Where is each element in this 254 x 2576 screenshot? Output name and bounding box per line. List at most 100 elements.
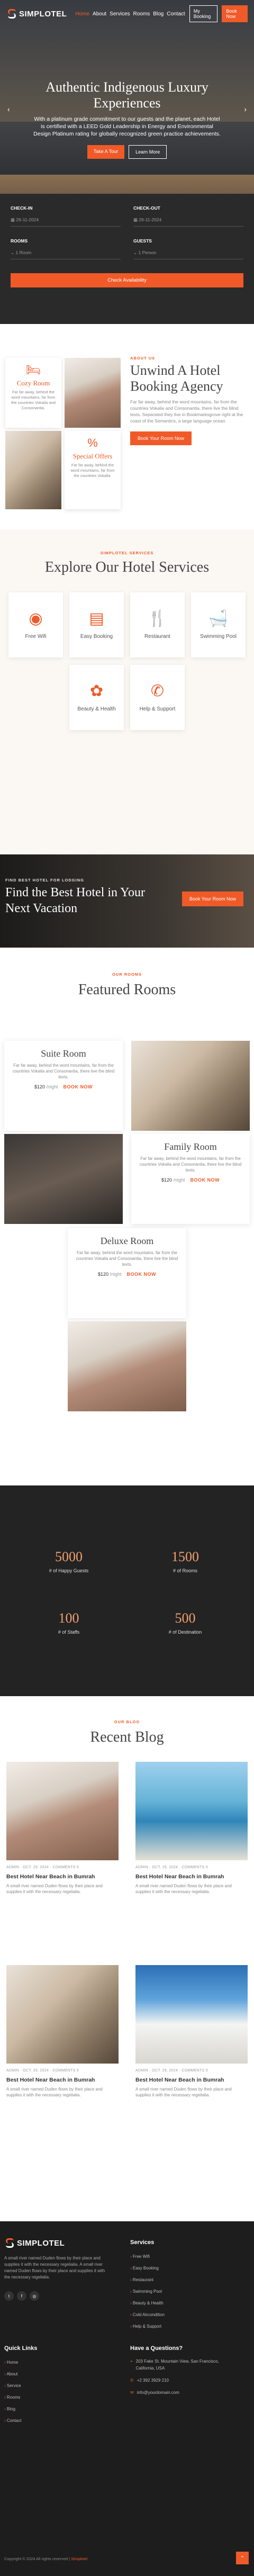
checkout-label: CHECK-OUT bbox=[133, 205, 160, 211]
sale-tag-icon: % bbox=[87, 436, 98, 449]
blog-post-image bbox=[6, 1965, 119, 2064]
booking-icon: ▤ bbox=[89, 610, 104, 627]
deluxe-room-photo bbox=[68, 1321, 186, 1411]
take-tour-button[interactable]: Take A Tour bbox=[87, 145, 125, 159]
banner-title: Find the Best Hotel in Your Next Vacatio… bbox=[5, 886, 146, 915]
service-restaurant[interactable]: 🍴 Restaurant bbox=[130, 592, 185, 657]
social-links: t f ◎ bbox=[4, 2291, 39, 2301]
book-now-button[interactable]: Book Now bbox=[222, 5, 248, 22]
about-section: 🛏 Cozy Room Far far away, behind the wor… bbox=[0, 324, 254, 529]
services-tag: SIMPLOTEL SERVICES bbox=[100, 551, 154, 555]
deluxe-room-card: Deluxe Room Far far away, behind the wor… bbox=[68, 1228, 186, 1318]
suite-room-photo bbox=[131, 1041, 250, 1131]
footer-about: A small river named Duden flows by their… bbox=[4, 2256, 105, 2280]
book-deluxe-link[interactable]: BOOK NOW bbox=[127, 1272, 157, 1277]
wifi-icon: ◉ bbox=[29, 610, 43, 627]
service-swimming-pool[interactable]: 🛁 Swimming Pool bbox=[191, 592, 246, 657]
footer-quick-links: Home About Service Rooms Blog Contact bbox=[4, 2357, 21, 2427]
rooms-tag: OUR ROOMS bbox=[112, 972, 142, 977]
slider-next-icon[interactable]: › bbox=[244, 105, 247, 113]
instagram-icon[interactable]: ◎ bbox=[30, 2291, 39, 2301]
footer-services-list: Free Wifi Easy Booking Restaurant Swimmi… bbox=[130, 2251, 165, 2332]
family-room-photo bbox=[4, 1134, 123, 1224]
blog-tag: OUR BLOG bbox=[114, 1719, 140, 1724]
hero-text: With a platinum grade commitment to our … bbox=[33, 116, 221, 137]
blog-title: Recent Blog bbox=[90, 1729, 164, 1745]
cozy-room-card: 🛏 Cozy Room Far far away, behind the wor… bbox=[5, 358, 61, 428]
blog-section: OUR BLOG Recent Blog ADMIN · OCT. 29, 20… bbox=[0, 1696, 254, 2221]
spa-icon: ✿ bbox=[89, 682, 104, 700]
my-booking-button[interactable]: My Booking bbox=[189, 5, 218, 22]
nav-menu: Home About Services Rooms Blog Contact bbox=[75, 11, 185, 17]
services-title: Explore Our Hotel Services bbox=[44, 559, 210, 575]
logo-icon bbox=[6, 9, 16, 19]
facebook-icon[interactable]: f bbox=[17, 2291, 26, 2301]
book-suite-link[interactable]: BOOK NOW bbox=[64, 1084, 93, 1089]
nav-item-contact[interactable]: Contact bbox=[167, 11, 185, 17]
nav-item-rooms[interactable]: Rooms bbox=[133, 11, 150, 17]
back-to-top-icon[interactable]: ⌃ bbox=[236, 2552, 249, 2564]
logo-icon bbox=[4, 2238, 14, 2248]
banner-tag: FIND BEST HOTEL FOR LODGING bbox=[5, 878, 84, 882]
service-easy-booking[interactable]: ▤ Easy Booking bbox=[69, 592, 124, 657]
service-help-support[interactable]: ✆ Help & Support bbox=[130, 665, 185, 730]
banner-book-button[interactable]: Book Your Room Now bbox=[182, 891, 243, 906]
book-family-link[interactable]: BOOK NOW bbox=[190, 1177, 220, 1183]
phone-icon: ✆ bbox=[130, 2378, 134, 2383]
cozy-room-photo bbox=[65, 358, 121, 428]
footer-contact: ⌖ 203 Fake St. Mountain View, San Francis… bbox=[130, 2359, 219, 2395]
book-room-button[interactable]: Book Your Room Now bbox=[130, 431, 192, 445]
about-text: Far far away, behind the word mountains,… bbox=[130, 399, 243, 424]
slider-prev-icon[interactable]: ‹ bbox=[7, 105, 10, 113]
hero-title: Authentic Indigenous Luxury Experiences bbox=[46, 79, 208, 111]
stats-section: 5000 # of Happy Guests 1500 # of Rooms 100… bbox=[0, 1485, 254, 1696]
blog-post[interactable]: ADMIN · OCT. 29, 2024 · COMMENTS 5 Best … bbox=[6, 1965, 119, 2098]
blog-post[interactable]: ADMIN · OCT. 29, 2024 · COMMENTS 5 Best … bbox=[135, 1762, 248, 1895]
nav-item-blog[interactable]: Blog bbox=[153, 11, 164, 17]
top-nav: SIMPLOTEL Home About Services Rooms Blog… bbox=[0, 0, 254, 28]
about-title: Unwind A Hotel Booking Agency bbox=[130, 363, 223, 394]
calendar-icon: ▦ bbox=[133, 217, 139, 222]
nav-item-services[interactable]: Services bbox=[110, 11, 130, 17]
location-icon: ⌖ bbox=[130, 2359, 133, 2364]
stat-guests: 5000 # of Happy Guests bbox=[49, 1549, 89, 1573]
check-availability-button[interactable]: Check Availability bbox=[11, 273, 243, 287]
checkin-label: CHECK-IN bbox=[11, 205, 33, 211]
stat-destination: 500 # of Destination bbox=[168, 1610, 202, 1635]
service-free-wifi[interactable]: ◉ Free Wifi bbox=[8, 592, 63, 657]
family-room-card: Family Room Far far away, behind the wor… bbox=[131, 1134, 250, 1224]
phone-icon: ✆ bbox=[150, 682, 165, 700]
checkin-field[interactable]: ▦ 26-11-2024 bbox=[11, 214, 121, 227]
rooms-section: OUR ROOMS Featured Rooms Suite Room Far … bbox=[0, 948, 254, 1485]
booking-form: CHECK-IN ▦ 26-11-2024 CHECK-OUT ▦ 26-11-… bbox=[0, 194, 254, 324]
bathtub-icon: 🛁 bbox=[208, 610, 229, 627]
service-beauty-health[interactable]: ✿ Beauty & Health bbox=[69, 665, 124, 730]
hero-section: SIMPLOTEL Home About Services Rooms Blog… bbox=[0, 0, 254, 324]
blog-post-image bbox=[6, 1762, 119, 1860]
checkout-field[interactable]: ▦ 26-11-2024 bbox=[133, 214, 243, 227]
nav-item-about[interactable]: About bbox=[93, 11, 106, 17]
cta-banner: FIND BEST HOTEL FOR LODGING Find the Bes… bbox=[0, 854, 254, 948]
footer-logo[interactable]: SIMPLOTEL bbox=[4, 2238, 65, 2248]
guests-select[interactable]: ⌄ 1 Person bbox=[133, 247, 243, 259]
brand-logo[interactable]: SIMPLOTEL bbox=[6, 9, 67, 19]
guests-label: GUESTS bbox=[133, 238, 152, 244]
suite-room-card: Suite Room Far far away, behind the word… bbox=[4, 1041, 123, 1131]
services-section: SIMPLOTEL SERVICES Explore Our Hotel Ser… bbox=[0, 529, 254, 854]
nav-item-home[interactable]: Home bbox=[75, 11, 89, 17]
stat-staffs: 100 # of Staffs bbox=[58, 1610, 80, 1635]
blog-post-image bbox=[135, 1965, 248, 2064]
rooms-label: ROOMS bbox=[11, 238, 28, 244]
blog-post[interactable]: ADMIN · OCT. 29, 2024 · COMMENTS 5 Best … bbox=[6, 1762, 119, 1895]
footer-services-title: Services bbox=[130, 2239, 155, 2246]
special-offers-card: % Special Offers Far far away, behind th… bbox=[65, 431, 121, 509]
blog-post-image bbox=[135, 1762, 248, 1860]
learn-more-button[interactable]: Learn More bbox=[129, 145, 167, 159]
footer-quick-title: Quick Links bbox=[4, 2345, 38, 2352]
twitter-icon[interactable]: t bbox=[4, 2291, 14, 2301]
blog-post[interactable]: ADMIN · OCT. 29, 2024 · COMMENTS 5 Best … bbox=[135, 1965, 248, 2098]
mail-icon: ✉ bbox=[130, 2390, 134, 2395]
rooms-title: Featured Rooms bbox=[78, 981, 176, 998]
stat-rooms: 1500 # of Rooms bbox=[171, 1549, 199, 1573]
rooms-select[interactable]: ⌄ 1 Room bbox=[11, 247, 121, 259]
